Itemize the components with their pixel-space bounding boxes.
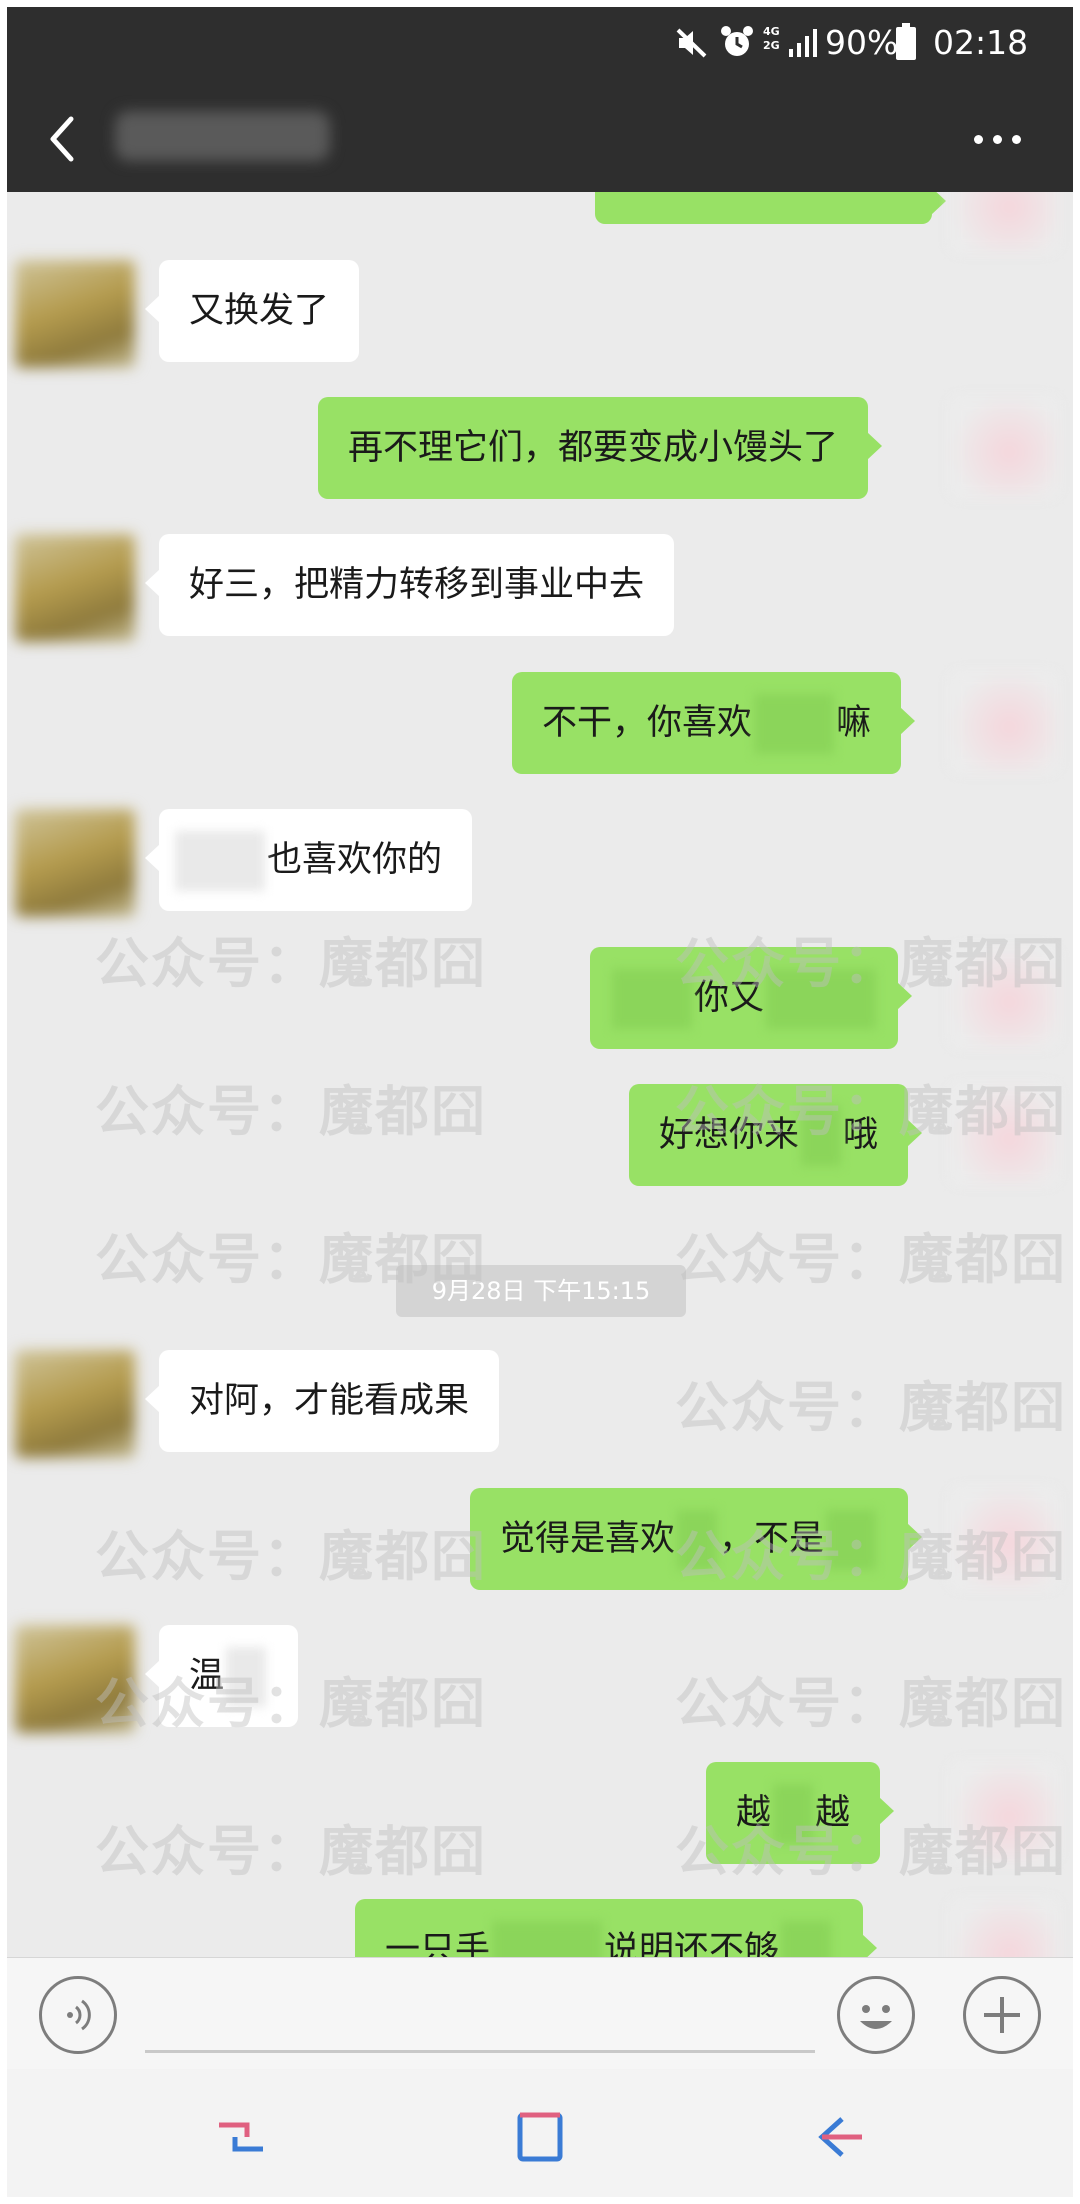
my-avatar[interactable] <box>951 1899 1057 1957</box>
my-avatar[interactable] <box>951 397 1057 497</box>
my-avatar[interactable] <box>951 1488 1057 1588</box>
battery-percent: 90% <box>825 23 899 62</box>
more-dots-icon[interactable] <box>972 127 1024 153</box>
message-bubble-in[interactable]: 也喜欢你的 <box>144 809 473 911</box>
message-bubble-out[interactable]: 不干，你喜欢嘛 <box>512 672 916 774</box>
voice-icon[interactable] <box>39 1976 117 2054</box>
chat-area[interactable]: … 又换发了 再不理它们，都要变成小馒头了 好三，把精力转移到事业中去 <box>7 192 1073 1957</box>
home-icon[interactable] <box>512 2109 568 2165</box>
signal-icon <box>789 29 817 57</box>
message-bubble-in[interactable]: 对阿，才能看成果 <box>144 1350 500 1452</box>
input-bar <box>7 1957 1073 2070</box>
blurred-text <box>801 1106 842 1166</box>
network-indicator: 4G 2G <box>763 25 780 52</box>
date-separator: 9月28日 下午15:15 <box>396 1265 686 1317</box>
my-avatar[interactable] <box>951 1084 1057 1184</box>
message-bubble-out[interactable]: 一只手 说明还不够 <box>355 1899 878 1957</box>
blurred-text <box>766 969 877 1029</box>
clock: 02:18 <box>933 23 1029 62</box>
blurred-text <box>226 1647 267 1707</box>
message-input[interactable] <box>145 2050 815 2053</box>
alarm-icon <box>721 26 753 56</box>
blurred-text <box>826 1510 877 1570</box>
message-bubble-out[interactable]: 越越 <box>706 1762 895 1864</box>
contact-avatar[interactable] <box>15 1625 135 1733</box>
app-header: 4G 2G 90% 02:18 <box>7 7 1073 192</box>
contact-avatar[interactable] <box>15 809 135 917</box>
message-bubble-in[interactable]: 好三，把精力转移到事业中去 <box>144 534 675 636</box>
message-bubble-out[interactable]: 觉得是喜欢 ，不是 <box>470 1488 923 1590</box>
blurred-text <box>175 831 265 891</box>
blurred-text <box>781 1921 832 1957</box>
back-arrow-icon[interactable] <box>812 2109 868 2165</box>
my-avatar[interactable] <box>951 947 1057 1047</box>
my-avatar[interactable] <box>951 1762 1057 1862</box>
blurred-text <box>773 1784 814 1844</box>
message-bubble-in[interactable]: 温 <box>144 1625 299 1727</box>
battery-icon <box>896 23 916 60</box>
message-bubble-out[interactable]: 好想你来哦 <box>629 1084 923 1186</box>
message-bubble-in[interactable]: 又换发了 <box>144 260 360 362</box>
my-avatar[interactable] <box>951 672 1057 772</box>
blurred-text <box>492 1921 603 1957</box>
system-nav-bar <box>7 2069 1073 2197</box>
contact-avatar[interactable] <box>15 1350 135 1458</box>
blurred-text <box>677 1510 718 1570</box>
mute-icon <box>676 28 707 58</box>
message-bubble-out[interactable]: … <box>595 192 946 224</box>
contact-avatar[interactable] <box>15 534 135 642</box>
emoji-icon[interactable] <box>837 1976 915 2054</box>
phone-screen: 4G 2G 90% 02:18 … <box>7 7 1073 2197</box>
my-avatar[interactable] <box>951 192 1057 252</box>
contact-avatar[interactable] <box>15 260 135 368</box>
chevron-left-icon[interactable] <box>43 115 83 163</box>
plus-icon[interactable] <box>963 1976 1041 2054</box>
message-bubble-out[interactable]: 再不理它们，都要变成小馒头了 <box>318 397 883 499</box>
blurred-text <box>612 969 692 1029</box>
contact-name[interactable] <box>115 111 330 161</box>
message-bubble-out[interactable]: 你又 <box>590 947 913 1049</box>
recents-icon[interactable] <box>213 2109 269 2165</box>
blurred-text <box>754 694 835 754</box>
